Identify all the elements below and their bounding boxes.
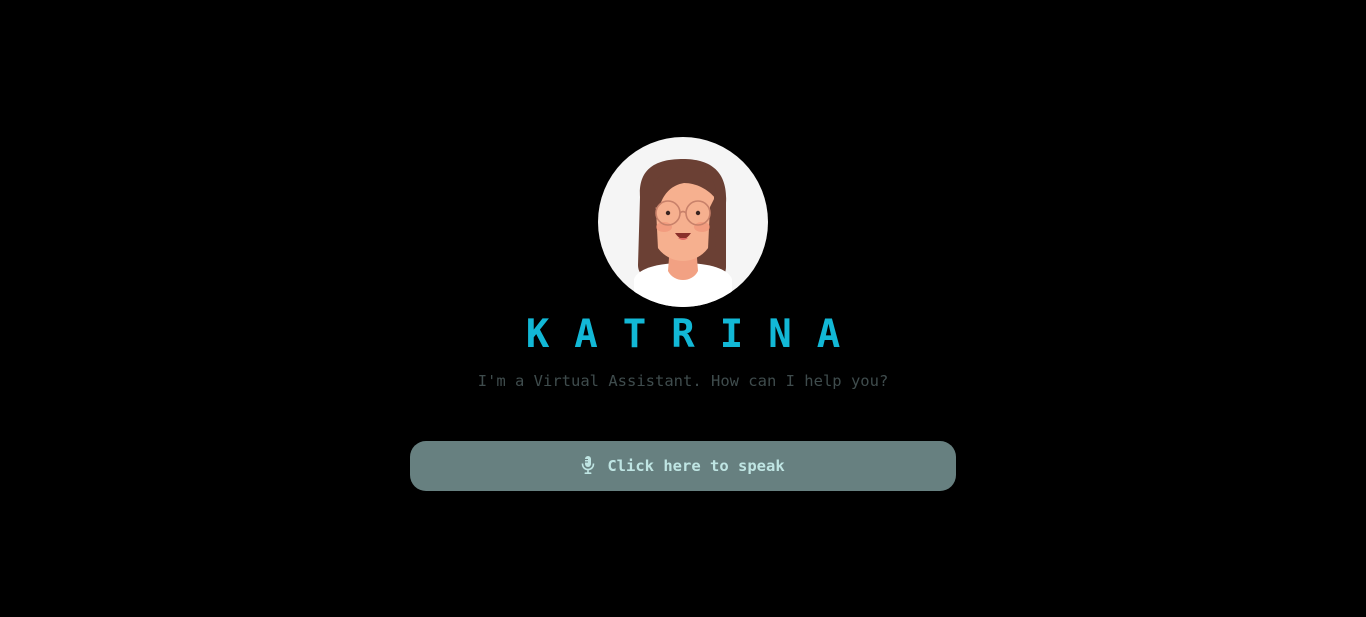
avatar	[598, 137, 768, 307]
assistant-page: KATRINA I'm a Virtual Assistant. How can…	[0, 0, 1366, 617]
microphone-icon	[581, 455, 595, 475]
assistant-name: KATRINA	[525, 312, 866, 357]
avatar-illustration	[634, 159, 732, 307]
speak-button[interactable]: Click here to speak	[410, 441, 956, 491]
assistant-tagline: I'm a Virtual Assistant. How can I help …	[477, 372, 889, 390]
speak-button-label: Click here to speak	[607, 457, 785, 475]
